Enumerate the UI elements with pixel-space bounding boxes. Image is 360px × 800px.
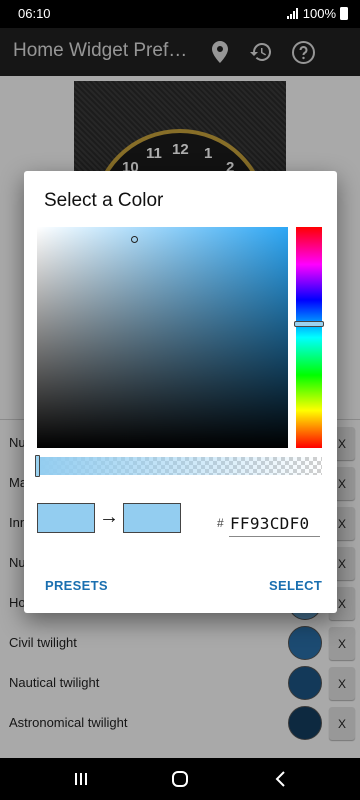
back-icon[interactable]	[270, 768, 292, 790]
home-icon[interactable]	[169, 768, 191, 790]
hue-slider[interactable]	[296, 227, 322, 448]
new-color-swatch	[123, 503, 181, 533]
alpha-slider-handle[interactable]	[35, 455, 40, 477]
saturation-value-handle[interactable]	[131, 236, 138, 243]
select-button[interactable]: SELECT	[269, 578, 322, 593]
status-indicators: 100%	[286, 6, 348, 21]
arrow-right-icon: →	[99, 506, 119, 528]
presets-button[interactable]: PRESETS	[45, 578, 108, 593]
old-color-swatch[interactable]	[37, 503, 95, 533]
status-bar: 06:10 100%	[0, 0, 360, 28]
status-time: 06:10	[18, 6, 51, 21]
signal-icon	[286, 8, 298, 19]
hex-prefix: #	[217, 516, 224, 530]
dialog-title: Select a Color	[44, 190, 164, 211]
battery-icon	[340, 7, 348, 20]
recent-apps-icon[interactable]	[70, 768, 92, 790]
color-picker-dialog: Select a Color → # PRESETS SELECT	[24, 171, 337, 613]
hue-slider-handle[interactable]	[294, 321, 324, 327]
saturation-value-picker[interactable]	[37, 227, 288, 448]
battery-percent: 100%	[302, 6, 336, 21]
navigation-bar	[0, 758, 360, 800]
hex-color-input[interactable]	[229, 511, 320, 537]
alpha-slider[interactable]	[37, 457, 322, 475]
